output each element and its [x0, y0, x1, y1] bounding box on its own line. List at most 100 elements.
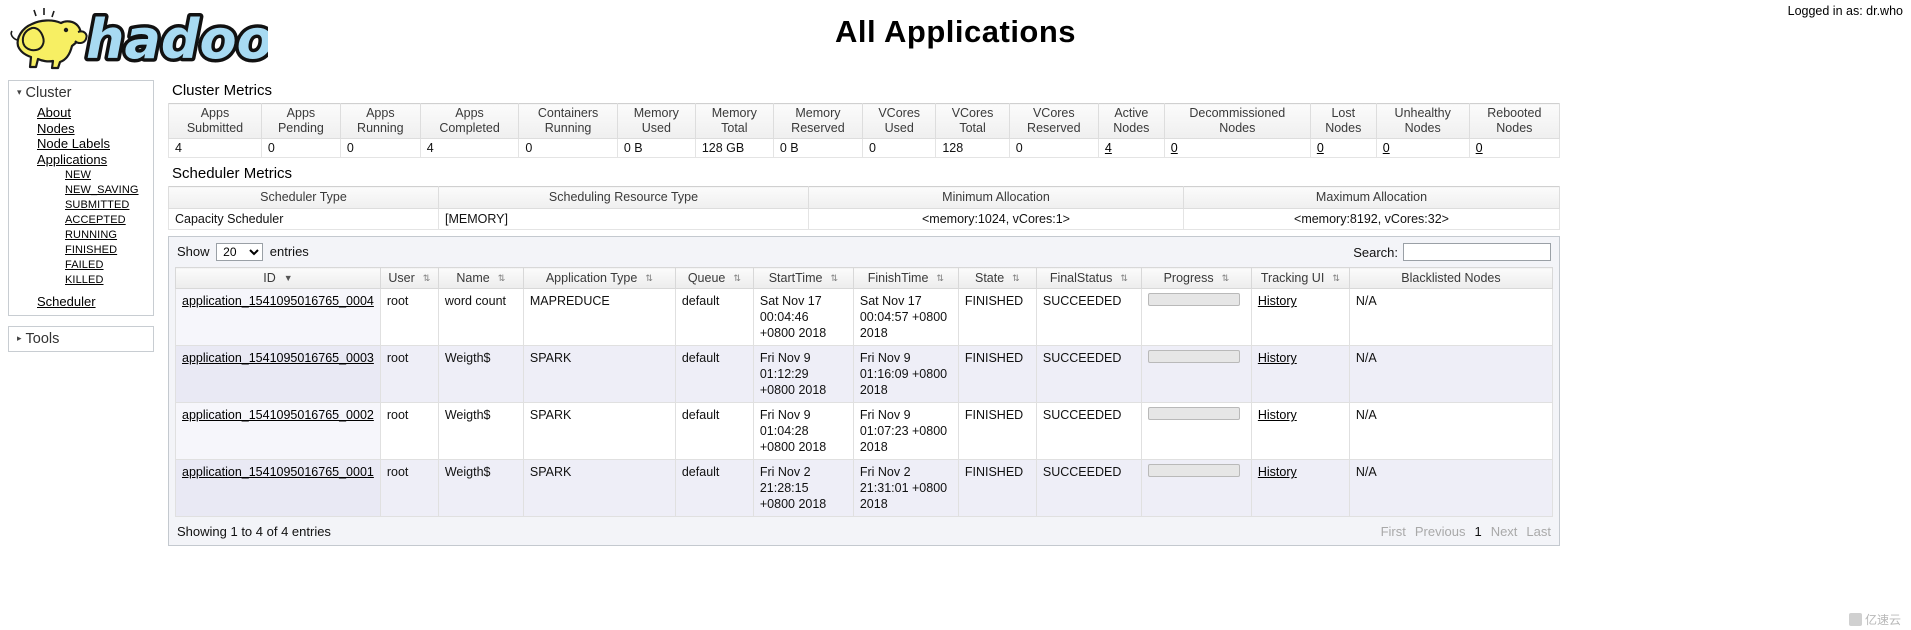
th-starttime[interactable]: StartTime ⇅ [752, 267, 854, 289]
cell-id[interactable]: application_1541095016765_0001 [175, 459, 381, 517]
val-rebooted-nodes[interactable]: 0 [1468, 138, 1561, 158]
scheduler-metrics-value-row: Capacity Scheduler [MEMORY] <memory:1024… [168, 208, 1560, 230]
val-unhealthy-nodes[interactable]: 0 [1375, 138, 1470, 158]
sidebar-link-state-failed[interactable]: FAILED [65, 259, 104, 271]
sidebar-item-state-new-saving[interactable]: NEW_SAVING [65, 182, 153, 197]
pagination-previous[interactable]: Previous [1415, 524, 1466, 539]
tracking-ui-link[interactable]: History [1258, 351, 1297, 365]
page-size-select[interactable]: 20 40 60 80 100 [216, 243, 264, 261]
sidebar-item-state-killed[interactable]: KILLED [65, 272, 153, 287]
sidebar-link-applications[interactable]: Applications [37, 152, 107, 167]
link-unhealthy-nodes[interactable]: 0 [1383, 141, 1390, 155]
sidebar-item-scheduler[interactable]: Scheduler [37, 287, 153, 310]
th-blacklisted-nodes[interactable]: Blacklisted Nodes [1348, 267, 1554, 289]
cell-progress [1140, 459, 1252, 517]
sidebar-link-state-new-saving[interactable]: NEW_SAVING [65, 184, 139, 196]
cloud-icon [1848, 613, 1862, 626]
th-finishtime[interactable]: FinishTime ⇅ [852, 267, 959, 289]
sidebar-item-nodes[interactable]: Nodes [37, 121, 153, 137]
scheduler-metrics-header-row: Scheduler Type Scheduling Resource Type … [168, 186, 1560, 209]
sidebar-link-about[interactable]: About [37, 105, 71, 120]
cell-name: Weigth$ [437, 345, 524, 403]
col-line1: Rebooted [1487, 106, 1542, 120]
cell-id[interactable]: application_1541095016765_0003 [175, 345, 381, 403]
link-decommissioned-nodes[interactable]: 0 [1171, 141, 1178, 155]
col-unhealthy-nodes: Unhealthy Nodes [1375, 103, 1470, 139]
th-id[interactable]: ID ▼ [175, 267, 381, 289]
sidebar-item-applications[interactable]: Applications [37, 152, 153, 168]
application-id-link[interactable]: application_1541095016765_0001 [182, 465, 374, 479]
col-scheduler-type: Scheduler Type [168, 186, 439, 209]
progress-bar [1147, 350, 1240, 363]
th-queue[interactable]: Queue ⇅ [674, 267, 754, 289]
col-line1: Active [1114, 106, 1149, 120]
cell-finalstatus: SUCCEEDED [1035, 402, 1142, 460]
sort-icon: ⇅ [422, 273, 431, 284]
link-active-nodes[interactable]: 4 [1105, 141, 1112, 155]
pagination-first[interactable]: First [1381, 524, 1406, 539]
cell-finishtime: Fri Nov 9 01:16:09 +0800 2018 [852, 345, 959, 403]
th-state[interactable]: State ⇅ [957, 267, 1037, 289]
cluster-metrics-title: Cluster Metrics [172, 82, 273, 99]
pagination: First Previous 1 Next Last [1381, 524, 1551, 539]
pagination-page-1[interactable]: 1 [1474, 524, 1481, 539]
sidebar-item-state-running[interactable]: RUNNING [65, 227, 153, 242]
th-progress[interactable]: Progress ⇅ [1140, 267, 1252, 289]
th-application-type[interactable]: Application Type ⇅ [522, 267, 676, 289]
sidebar-cluster-header[interactable]: ▾ Cluster [9, 81, 153, 105]
application-id-link[interactable]: application_1541095016765_0004 [182, 294, 374, 308]
sidebar-link-state-killed[interactable]: KILLED [65, 274, 104, 286]
sidebar-item-state-new[interactable]: NEW [65, 167, 153, 182]
link-rebooted-nodes[interactable]: 0 [1476, 141, 1483, 155]
cell-tracking-ui[interactable]: History [1250, 402, 1350, 460]
sidebar-link-state-finished[interactable]: FINISHED [65, 244, 117, 256]
col-apps-submitted: Apps Submitted [168, 103, 262, 139]
sidebar-tools-block[interactable]: ▸ Tools [8, 325, 154, 352]
sidebar-link-node-labels[interactable]: Node Labels [37, 136, 110, 151]
cell-id[interactable]: application_1541095016765_0004 [175, 288, 381, 346]
sidebar-item-node-labels[interactable]: Node Labels [37, 136, 153, 152]
sidebar-link-state-submitted[interactable]: SUBMITTED [65, 199, 129, 211]
val-decommissioned-nodes[interactable]: 0 [1163, 138, 1311, 158]
sidebar-item-state-finished[interactable]: FINISHED [65, 242, 153, 257]
sidebar-item-state-submitted[interactable]: SUBMITTED [65, 197, 153, 212]
sidebar-item-state-accepted[interactable]: ACCEPTED [65, 212, 153, 227]
th-tracking-ui[interactable]: Tracking UI ⇅ [1250, 267, 1350, 289]
val-active-nodes[interactable]: 4 [1097, 138, 1165, 158]
sidebar-link-nodes[interactable]: Nodes [37, 121, 75, 136]
cell-id[interactable]: application_1541095016765_0002 [175, 402, 381, 460]
val-lost-nodes[interactable]: 0 [1309, 138, 1377, 158]
val-maximum-allocation: <memory:8192, vCores:32> [1183, 208, 1560, 230]
show-label: Show [177, 244, 210, 259]
main-content: Cluster Metrics Apps Submitted Apps Pendin… [168, 80, 1903, 546]
sidebar-link-scheduler[interactable]: Scheduler [37, 294, 96, 309]
th-name[interactable]: Name ⇅ [437, 267, 524, 289]
col-maximum-allocation: Maximum Allocation [1183, 186, 1560, 209]
cell-tracking-ui[interactable]: History [1250, 459, 1350, 517]
th-label: Name [456, 271, 490, 285]
cell-tracking-ui[interactable]: History [1250, 345, 1350, 403]
th-user[interactable]: User ⇅ [379, 267, 439, 289]
col-line1: Decommissioned [1189, 106, 1286, 120]
sidebar-item-about[interactable]: About [37, 105, 153, 121]
cell-starttime: Sat Nov 17 00:04:46 +0800 2018 [752, 288, 854, 346]
th-finalstatus[interactable]: FinalStatus ⇅ [1035, 267, 1142, 289]
sidebar-link-state-accepted[interactable]: ACCEPTED [65, 214, 126, 226]
application-id-link[interactable]: application_1541095016765_0003 [182, 351, 374, 365]
tracking-ui-link[interactable]: History [1258, 465, 1297, 479]
link-lost-nodes[interactable]: 0 [1317, 141, 1324, 155]
col-line1: Containers [537, 106, 599, 120]
cell-tracking-ui[interactable]: History [1250, 288, 1350, 346]
sidebar-link-state-new[interactable]: NEW [65, 169, 91, 181]
tracking-ui-link[interactable]: History [1258, 294, 1297, 308]
search-input[interactable] [1403, 243, 1551, 261]
pagination-next[interactable]: Next [1491, 524, 1518, 539]
sidebar-tools-header[interactable]: ▸ Tools [9, 326, 153, 351]
tracking-ui-link[interactable]: History [1258, 408, 1297, 422]
sidebar-item-state-failed[interactable]: FAILED [65, 257, 153, 272]
pagination-last[interactable]: Last [1526, 524, 1551, 539]
sort-icon: ⇅ [1120, 273, 1128, 284]
sidebar-link-state-running[interactable]: RUNNING [65, 229, 117, 241]
chevron-right-icon: ▸ [17, 332, 22, 343]
application-id-link[interactable]: application_1541095016765_0002 [182, 408, 374, 422]
